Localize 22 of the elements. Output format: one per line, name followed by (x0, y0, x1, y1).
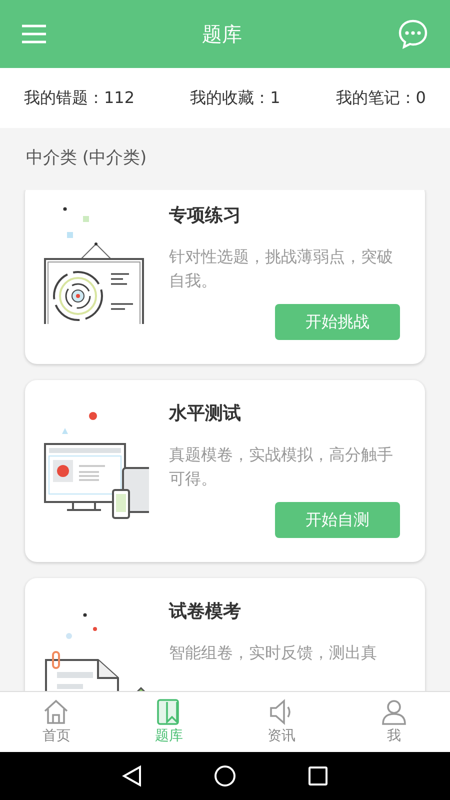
stat-link[interactable]: 我的收藏：1 (190, 86, 280, 110)
home-icon (42, 698, 70, 726)
stat-link[interactable]: 我的笔记：0 (336, 86, 426, 110)
person-icon (380, 698, 408, 726)
recents-icon[interactable] (308, 766, 328, 786)
tab-item[interactable]: 首页 (0, 692, 112, 752)
card-description: 针对性选题，挑战薄弱点，突破自我。 (169, 246, 394, 292)
tab-item[interactable]: 我 (338, 692, 450, 752)
stat-link[interactable]: 我的错题：112 (24, 86, 135, 110)
card-title: 专项练习 (169, 204, 242, 228)
card-title: 水平测试 (169, 402, 242, 426)
card-description: 真题模卷，实战模拟，高分触手可得。 (169, 444, 394, 490)
tab-item[interactable]: 题库 (112, 692, 225, 752)
page-title: 题库 (202, 21, 242, 48)
home-circle-icon[interactable] (214, 765, 236, 787)
card-description: 智能组卷，实时反馈，测出真 (169, 642, 378, 664)
start-button[interactable]: 开始挑战 (275, 304, 400, 340)
tab-item[interactable]: 资讯 (225, 692, 338, 752)
section-title: 中介类 (中介类) (26, 147, 147, 170)
card-title: 试卷模考 (169, 600, 242, 624)
back-icon[interactable] (122, 765, 142, 787)
start-button[interactable]: 开始自测 (275, 502, 400, 538)
